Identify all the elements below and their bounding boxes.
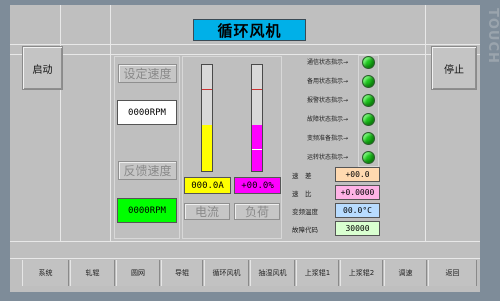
stop-button[interactable]: 停止 [431,46,477,90]
status-label: 故障状态指示→ [306,116,348,123]
status-label: 报警状态指示→ [306,97,348,104]
param-value: 30000 [335,221,380,236]
start-button[interactable]: 启动 [22,46,63,90]
nav-button[interactable]: 圆网 [116,260,160,286]
divider [60,5,61,241]
param-label: 速 差 [292,172,312,180]
nav-button[interactable]: 调速 [384,260,427,286]
load-bar [251,64,263,172]
param-label: 故障代码 [292,226,318,234]
status-label: 备用状态指示→ [306,78,348,85]
param-label: 速 比 [292,190,312,198]
current-bar-marker [202,89,212,90]
page-title: 循环风机 [193,19,306,41]
status-label: 运转状态指示→ [306,154,348,161]
divider [10,241,480,242]
divider [10,44,480,45]
set-speed-label: 设定速度 [118,64,177,83]
load-value: +00.0% [234,177,281,194]
load-bar-marker [252,149,262,150]
nav-button[interactable]: 抽湿风机 [250,260,295,286]
nav-button[interactable]: 上浆辊1 [296,260,339,286]
divider [10,258,480,259]
touch-watermark: TOUCH [485,8,500,64]
set-speed-input[interactable]: 0000RPM [117,100,177,125]
param-value: +0.0000 [335,185,380,200]
current-bar-fill [202,125,212,171]
param-value: +00.0 [335,167,380,182]
nav-button[interactable]: 循环风机 [204,260,249,286]
led-frame [358,55,379,167]
feedback-speed-label: 反馈速度 [118,161,177,180]
current-bar [201,64,213,172]
status-label: 变频准备指示→ [306,135,348,142]
divider [425,5,426,241]
nav-button[interactable]: 上浆辊2 [340,260,383,286]
param-label: 变频温度 [292,208,318,216]
current-label: 电流 [184,203,230,220]
feedback-speed-display: 0000RPM [117,198,177,223]
status-label: 通信状态指示→ [306,59,348,66]
current-value: 000.0A [184,177,231,194]
divider [110,5,111,241]
load-bar-marker [252,89,262,90]
divider [10,54,480,55]
nav-button[interactable]: 导辊 [161,260,203,286]
nav-button[interactable]: 系统 [22,260,69,286]
nav-button[interactable]: 轧辊 [70,260,115,286]
load-label: 负荷 [234,203,280,220]
param-value: 00.0°C [335,203,380,218]
nav-button[interactable]: 返回 [428,260,477,286]
